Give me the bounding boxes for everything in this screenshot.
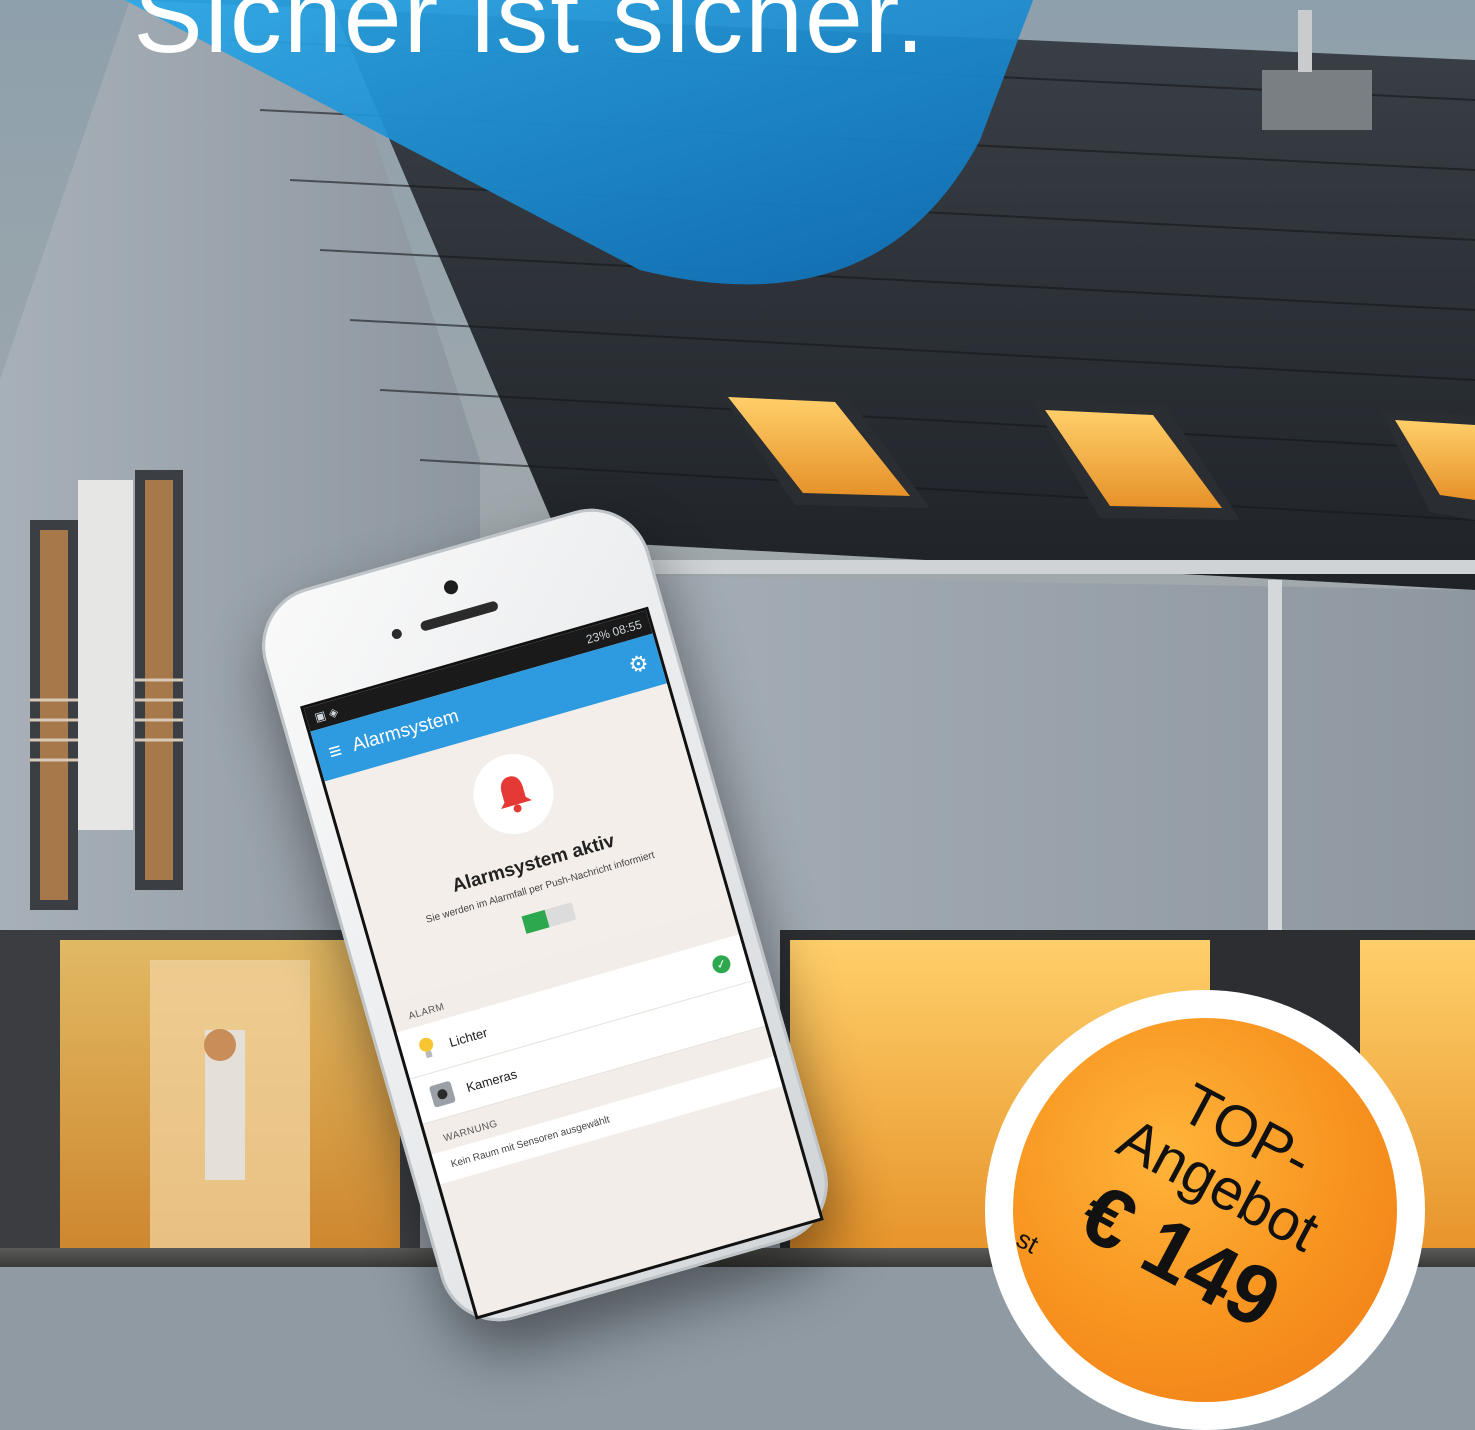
bulb-icon <box>419 1037 434 1059</box>
notification-icons: ▣ ◈ <box>312 704 340 725</box>
toggle-knob <box>521 909 550 934</box>
headline: Sicher ist sicher. <box>133 0 927 75</box>
bell-icon <box>500 776 532 813</box>
offer-badge-fill: TOP- Angebot € 149 st <box>1013 1018 1397 1402</box>
gear-icon[interactable]: ⚙ <box>626 649 652 679</box>
offer-badge-text: TOP- Angebot € 149 st <box>1013 1018 1397 1402</box>
alarm-toggle[interactable] <box>521 902 577 934</box>
bell-badge <box>463 744 563 844</box>
camera-icon <box>428 1080 457 1108</box>
menu-icon[interactable]: ≡ <box>325 737 345 766</box>
check-icon: ✓ <box>710 953 733 976</box>
offer-badge[interactable]: TOP- Angebot € 149 st <box>985 990 1425 1430</box>
